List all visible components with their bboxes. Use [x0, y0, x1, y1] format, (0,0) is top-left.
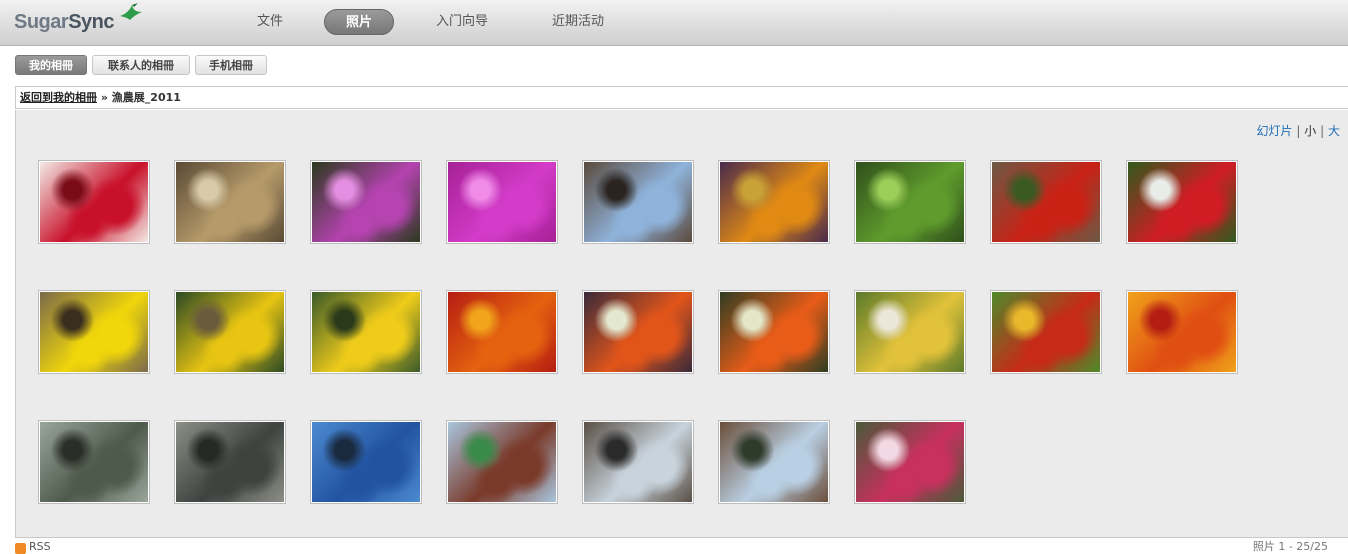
- photo-image: [1128, 292, 1236, 372]
- breadcrumb: 返回到我的相冊 » 漁農展_2011: [15, 86, 1348, 109]
- top-navigation-bar: SugarSync 文件 照片 入门向导 近期活动: [0, 0, 1348, 46]
- photo-thumbnail[interactable]: [718, 290, 830, 374]
- sugarsync-logo[interactable]: SugarSync: [14, 3, 142, 40]
- photo-thumbnail[interactable]: [174, 160, 286, 244]
- photo-image: [992, 162, 1100, 242]
- photo-thumbnail[interactable]: [718, 160, 830, 244]
- view-options: 幻灯片 | 小 | 大: [1257, 122, 1340, 139]
- photo-thumbnail[interactable]: [174, 420, 286, 504]
- photo-image: [448, 162, 556, 242]
- photo-image: [720, 422, 828, 502]
- photo-image: [312, 422, 420, 502]
- view-separator: |: [1320, 124, 1325, 138]
- photo-image: [856, 162, 964, 242]
- photo-image: [584, 162, 692, 242]
- photo-thumbnail[interactable]: [582, 420, 694, 504]
- photo-image: [448, 292, 556, 372]
- photo-thumbnail[interactable]: [310, 160, 422, 244]
- breadcrumb-separator: »: [100, 91, 108, 104]
- photo-image: [312, 162, 420, 242]
- photo-thumbnail[interactable]: [990, 160, 1102, 244]
- breadcrumb-current-album: 漁農展_2011: [111, 91, 181, 104]
- photo-image: [1128, 162, 1236, 242]
- logo-wordmark: SugarSync: [14, 10, 114, 33]
- photo-image: [992, 292, 1100, 372]
- photo-thumbnail[interactable]: [310, 290, 422, 374]
- photo-image: [40, 422, 148, 502]
- photo-thumbnail[interactable]: [854, 290, 966, 374]
- photo-image: [312, 292, 420, 372]
- photo-image: [856, 292, 964, 372]
- nav-tab-getting-started[interactable]: 入门向导: [424, 9, 500, 35]
- nav-tab-recent-activity[interactable]: 近期活动: [540, 9, 616, 35]
- photo-thumbnail[interactable]: [1126, 290, 1238, 374]
- rss-icon[interactable]: [15, 543, 26, 554]
- photo-image: [584, 422, 692, 502]
- footer: RSS 照片 1 - 25/25: [15, 540, 1348, 554]
- view-separator: |: [1296, 124, 1301, 138]
- photo-image: [176, 292, 284, 372]
- subtab-mobile-albums[interactable]: 手机相冊: [195, 55, 267, 75]
- photo-thumbnail[interactable]: [1126, 160, 1238, 244]
- photo-thumbnail[interactable]: [718, 420, 830, 504]
- photo-image: [40, 162, 148, 242]
- nav-tab-photos[interactable]: 照片: [324, 9, 394, 35]
- photo-thumbnail[interactable]: [446, 160, 558, 244]
- photo-thumbnail[interactable]: [446, 290, 558, 374]
- slideshow-link[interactable]: 幻灯片: [1257, 124, 1293, 138]
- large-view-link[interactable]: 大: [1328, 124, 1340, 138]
- rss-link[interactable]: RSS: [29, 540, 51, 553]
- nav-tab-files[interactable]: 文件: [240, 9, 300, 35]
- photo-image: [584, 292, 692, 372]
- photo-thumbnail[interactable]: [446, 420, 558, 504]
- photo-thumbnail[interactable]: [38, 160, 150, 244]
- photo-image: [176, 162, 284, 242]
- photo-count: 照片 1 - 25/25: [1252, 540, 1328, 553]
- small-view-option[interactable]: 小: [1304, 124, 1316, 138]
- photo-thumbnail[interactable]: [854, 420, 966, 504]
- photo-thumbnail[interactable]: [38, 420, 150, 504]
- photo-image: [856, 422, 964, 502]
- photo-thumbnail[interactable]: [38, 290, 150, 374]
- photo-image: [176, 422, 284, 502]
- photo-image: [448, 422, 556, 502]
- photo-thumbnail[interactable]: [174, 290, 286, 374]
- photo-image: [720, 162, 828, 242]
- photo-image: [40, 292, 148, 372]
- subtab-my-albums[interactable]: 我的相冊: [15, 55, 87, 75]
- photo-thumbnail[interactable]: [582, 290, 694, 374]
- photo-thumbnail[interactable]: [582, 160, 694, 244]
- photo-grid-panel: 幻灯片 | 小 | 大: [15, 110, 1348, 538]
- photo-image: [720, 292, 828, 372]
- photo-thumbnail[interactable]: [990, 290, 1102, 374]
- photo-thumbnail[interactable]: [310, 420, 422, 504]
- hummingbird-icon: [120, 3, 142, 20]
- subtab-contacts-albums[interactable]: 联系人的相冊: [92, 55, 190, 75]
- breadcrumb-back-link[interactable]: 返回到我的相冊: [20, 91, 97, 104]
- photo-thumbnail[interactable]: [854, 160, 966, 244]
